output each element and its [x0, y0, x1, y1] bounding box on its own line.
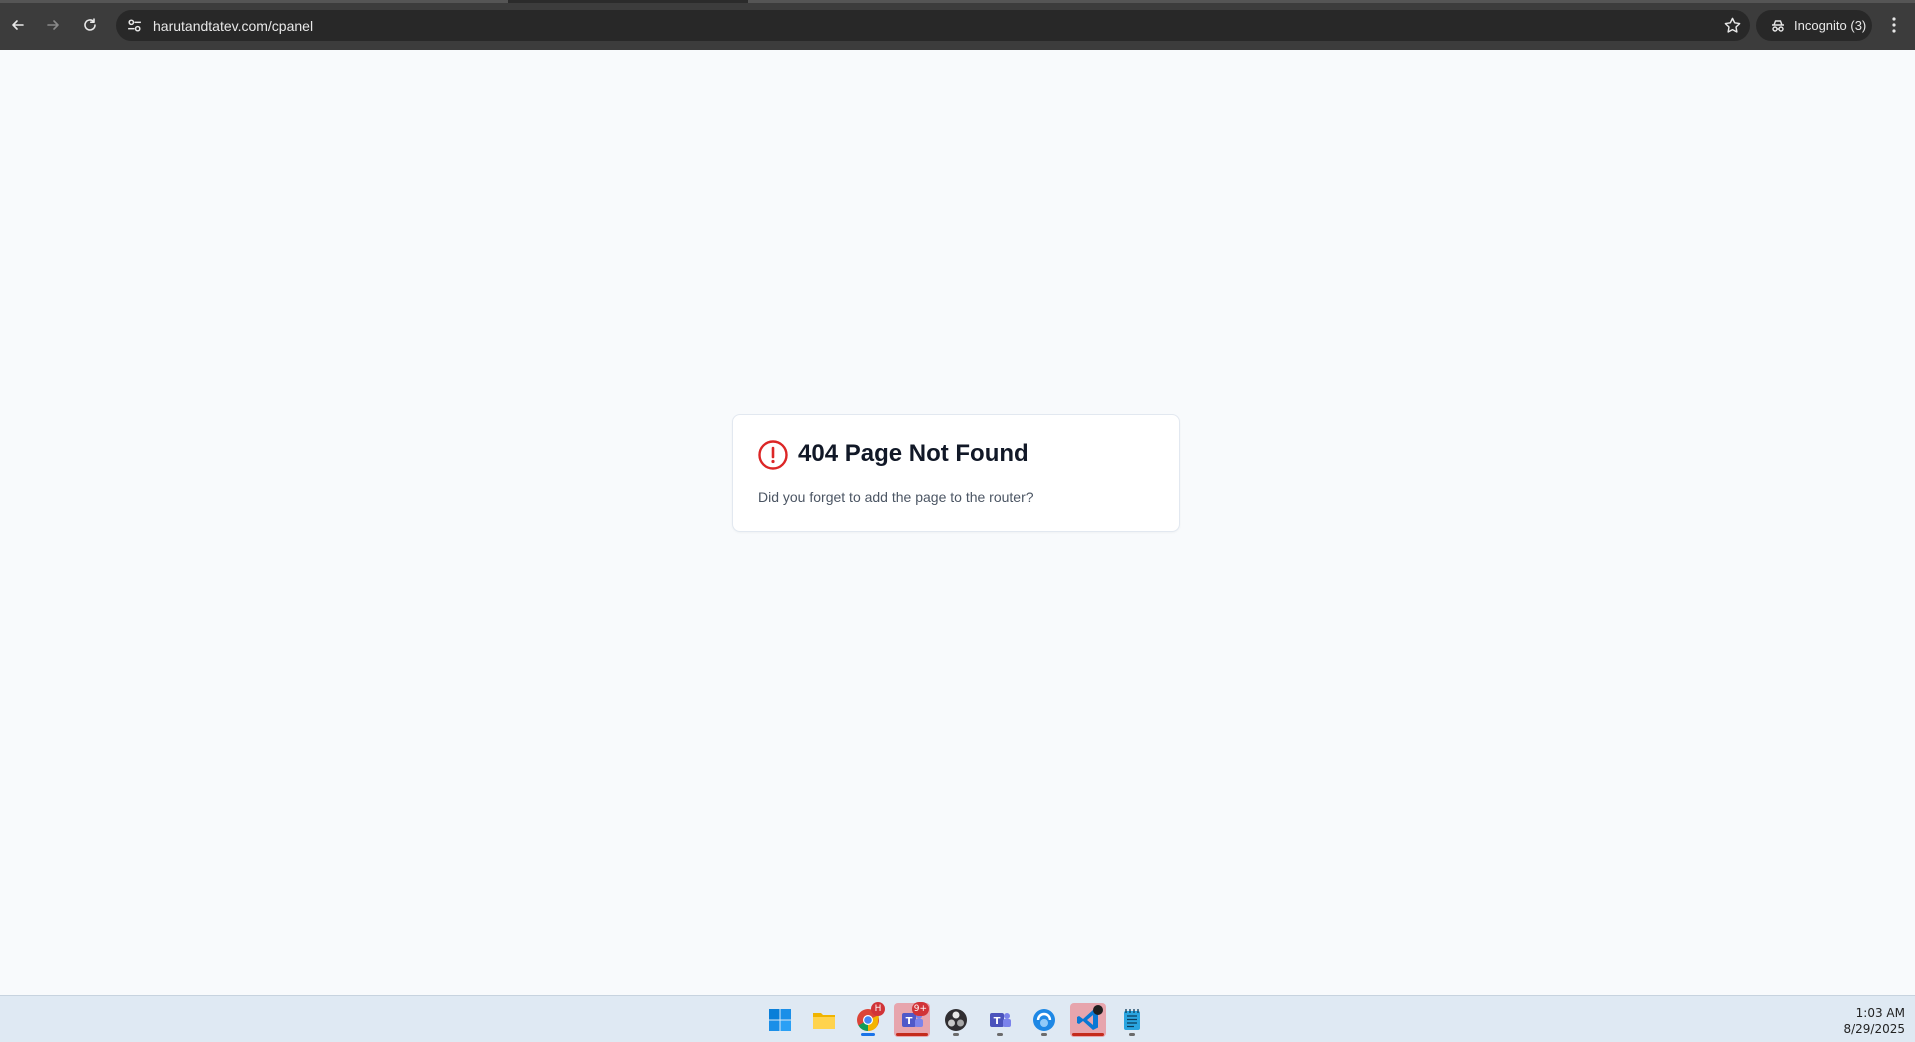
folder-icon: [813, 1013, 835, 1029]
obs-icon: [945, 1009, 967, 1031]
taskbar-teams-red[interactable]: T 9+: [894, 1002, 930, 1037]
not-found-card: 404 Page Not Found Did you forget to add…: [732, 414, 1180, 532]
reload-button[interactable]: [76, 11, 104, 39]
status-dot: [1093, 1005, 1103, 1015]
error-message: Did you forget to add the page to the ro…: [758, 489, 1034, 505]
back-button[interactable]: [4, 11, 32, 39]
running-indicator: [1041, 1033, 1047, 1036]
teams-icon: T: [990, 1013, 1011, 1027]
taskbar: H T 9+ T 1:03 AM 8/29/2025: [0, 995, 1915, 1042]
page-title: 404 Page Not Found: [798, 440, 1029, 467]
kebab-menu-icon: [1892, 17, 1896, 33]
tune-icon[interactable]: [126, 17, 143, 34]
clock-time: 1:03 AM: [1855, 1006, 1905, 1020]
notepad-icon: [1124, 1009, 1140, 1030]
running-indicator: [861, 1033, 875, 1036]
arrow-left-icon: [12, 20, 24, 30]
clock-date: 8/29/2025: [1843, 1022, 1905, 1036]
notification-badge: H: [871, 1002, 885, 1016]
forward-button[interactable]: [39, 11, 67, 39]
address-bar[interactable]: harutandtatev.com/cpanel: [116, 10, 1750, 41]
running-indicator: [953, 1033, 959, 1036]
running-indicator: [1072, 1033, 1104, 1036]
start-button[interactable]: [762, 1003, 798, 1037]
system-clock[interactable]: 1:03 AM 8/29/2025: [1843, 1005, 1905, 1037]
alert-circle-icon: [758, 440, 788, 470]
taskbar-teams[interactable]: T: [982, 1003, 1018, 1037]
phone-app-icon: [1033, 1009, 1055, 1031]
taskbar-chrome[interactable]: H: [850, 1002, 886, 1037]
tab-indicator[interactable]: [0, 0, 508, 3]
url-text[interactable]: harutandtatev.com/cpanel: [153, 18, 313, 34]
tab-indicator[interactable]: [748, 0, 1915, 3]
svg-text:T: T: [906, 1016, 913, 1027]
running-indicator: [896, 1033, 928, 1036]
browser-toolbar: harutandtatev.com/cpanel Incognito (3): [0, 0, 1915, 50]
taskbar-file-explorer[interactable]: [806, 1003, 842, 1037]
running-indicator: [997, 1033, 1003, 1036]
running-indicator: [1129, 1033, 1135, 1036]
taskbar-phone-app[interactable]: [1026, 1003, 1062, 1037]
reload-icon: [84, 18, 96, 31]
taskbar-notepad[interactable]: [1114, 1003, 1150, 1037]
svg-text:T: T: [994, 1016, 1001, 1027]
star-icon[interactable]: [1723, 16, 1742, 35]
browser-menu-button[interactable]: [1882, 13, 1906, 37]
taskbar-vscode[interactable]: [1070, 1003, 1106, 1037]
incognito-button[interactable]: Incognito (3): [1756, 10, 1872, 41]
incognito-icon: [1772, 19, 1784, 32]
arrow-right-icon: [47, 20, 59, 30]
notification-badge: 9+: [911, 1002, 929, 1016]
taskbar-obs[interactable]: [938, 1003, 974, 1037]
incognito-label: Incognito (3): [1794, 18, 1867, 33]
windows-start-icon: [769, 1009, 791, 1031]
